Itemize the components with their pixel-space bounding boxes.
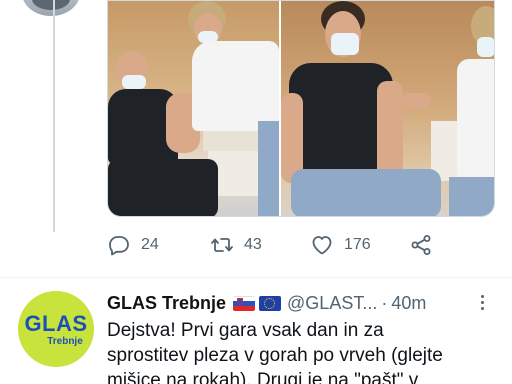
tweet-timestamp[interactable]: 40m <box>391 293 426 314</box>
reply-count: 24 <box>141 236 159 253</box>
retweet-button[interactable]: 43 <box>210 230 262 260</box>
tweet-text-line: Dejstva! Prvi gara vsak dan in za <box>107 320 384 341</box>
author-handle[interactable]: @GLAST... <box>287 293 377 314</box>
photo-nurse-coat <box>457 59 494 179</box>
author-avatar[interactable]: GLAS Trebnje <box>18 291 94 367</box>
reply-button[interactable]: 24 <box>107 230 159 260</box>
tweet-text-line: mišice na rokah). Drugi je na "pašt" v <box>107 370 419 384</box>
avatar-logo-subtext: Trebnje <box>47 336 83 347</box>
share-button[interactable] <box>409 230 433 260</box>
tweet-header: GLAS Trebnje @GLAST... · 40m <box>107 291 497 315</box>
photo-nurse-coat <box>192 41 279 131</box>
photo-person-arm <box>377 81 403 181</box>
media-photo-right[interactable] <box>281 1 494 216</box>
tweet-media-grid[interactable] <box>107 0 495 217</box>
thread-line <box>53 0 55 232</box>
reply-icon <box>109 236 129 256</box>
photo-nurse-hand <box>401 93 431 109</box>
photo-face-mask <box>122 75 146 89</box>
retweet-icon <box>211 238 233 252</box>
photo-nurse-mask <box>477 37 494 57</box>
avatar-logo-text: GLAS <box>24 311 88 336</box>
like-button[interactable]: 176 <box>310 230 371 260</box>
photo-nurse-jeans <box>449 177 494 216</box>
photo-person-legs <box>108 159 218 216</box>
header-separator: · <box>381 292 388 313</box>
heart-icon <box>312 236 332 255</box>
like-count: 176 <box>344 236 371 253</box>
eu-flag-icon <box>259 295 282 311</box>
photo-person-jeans <box>291 169 441 216</box>
retweet-count: 43 <box>244 236 262 253</box>
author-name[interactable]: GLAS Trebnje <box>107 293 226 314</box>
previous-author-avatar[interactable] <box>22 0 80 16</box>
media-photo-left[interactable] <box>108 1 279 216</box>
more-options-icon[interactable] <box>474 292 492 314</box>
photo-nurse-jeans <box>258 121 279 216</box>
tweet-actions: 24 43 176 <box>107 230 447 260</box>
slovenia-flag-icon <box>233 295 256 311</box>
photo-face-mask <box>331 33 359 55</box>
tweet-text-line: sprostitev pleza v gorah po vrveh (glejt… <box>107 345 443 366</box>
tweet-text: Dejstva! Prvi gara vsak dan in za sprost… <box>107 318 507 384</box>
share-icon <box>411 235 431 255</box>
tweet-separator <box>0 277 512 278</box>
avatar-figure <box>32 0 70 10</box>
